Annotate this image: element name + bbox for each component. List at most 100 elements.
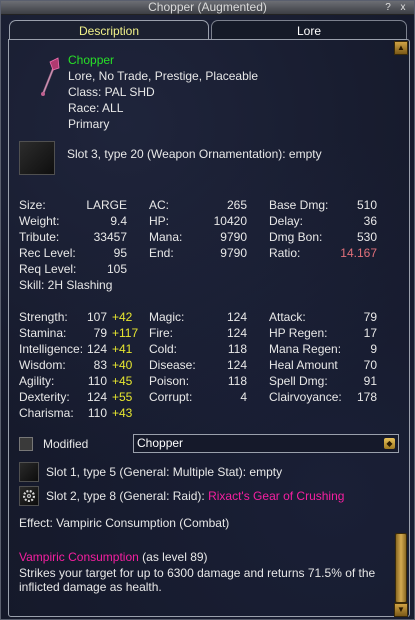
effect-text: Effect: Vampiric Consumption (Combat) (19, 516, 230, 530)
combat-value: 91 (363, 374, 377, 388)
combat-label: Spell Dmg: (269, 374, 328, 388)
attr-bonus: +40 (112, 358, 133, 372)
help-button[interactable]: ? (382, 2, 394, 13)
spell-header: Vampiric Consumption (as level 89) (19, 550, 208, 564)
scroll-up-icon[interactable]: ▲ (394, 41, 408, 55)
modified-checkbox[interactable] (19, 437, 33, 451)
attr-value: 110 (87, 374, 107, 388)
gear-icon[interactable] (19, 486, 39, 506)
attr-value: 110 (87, 406, 107, 420)
combat-value: 17 (363, 326, 377, 340)
attr-label: Charisma: (19, 406, 74, 420)
attr-bonus: +45 (112, 374, 133, 388)
resist-value: 124 (226, 326, 247, 340)
stat-value: 9.4 (110, 214, 127, 228)
stat-value: 105 (106, 262, 127, 276)
close-button[interactable]: x (397, 2, 409, 13)
stat-label: Ratio: (269, 246, 301, 260)
combat-label: Clairvoyance: (269, 390, 342, 404)
resist-value: 118 (227, 342, 247, 356)
attr-label: Intelligence: (19, 342, 84, 356)
resist-label: Disease: (149, 358, 196, 372)
stat-value: 510 (356, 198, 377, 212)
attr-value: 124 (86, 390, 107, 404)
combat-value: 178 (356, 390, 377, 404)
tab-description[interactable]: Description (9, 20, 209, 40)
window-title: Chopper (Augmented) (148, 0, 267, 14)
item-flags: Lore, No Trade, Prestige, Placeable (68, 69, 259, 83)
modified-select[interactable]: Chopper ◆ (133, 434, 399, 453)
attr-label: Agility: (19, 374, 55, 388)
attr-label: Wisdom: (19, 358, 66, 372)
attr-bonus: +41 (112, 342, 133, 356)
item-race: Race: ALL (68, 101, 124, 115)
skill-text: Skill: 2H Slashing (19, 278, 113, 292)
stat-value: 265 (226, 198, 247, 212)
attr-bonus: +42 (112, 310, 133, 324)
combat-value: 79 (363, 310, 377, 324)
spell-desc-line-1: Strikes your target for up to 6300 damag… (19, 566, 376, 580)
resist-label: Cold: (149, 342, 178, 356)
stat-value: 9790 (220, 230, 247, 244)
resist-value: 4 (240, 390, 247, 404)
item-slot: Primary (68, 117, 110, 131)
resist-label: Poison: (149, 374, 190, 388)
combat-value: 70 (363, 358, 377, 372)
stat-value: 9790 (220, 246, 247, 260)
ornament-slot-text: Slot 3, type 20 (Weapon Ornamentation): … (67, 147, 322, 161)
aug-slot-2-prefix: Slot 2, type 8 (General: Raid): (46, 489, 205, 503)
stat-value: 33457 (93, 230, 127, 244)
stat-label: Base Dmg: (269, 198, 329, 212)
stat-label: HP: (149, 214, 170, 228)
aug-slot-1-icon[interactable] (19, 462, 39, 482)
aug-slot-2-text: Slot 2, type 8 (General: Raid): Rixact's… (46, 489, 344, 503)
stat-label: Dmg Bon: (269, 230, 323, 244)
combat-label: Heal Amount (269, 358, 338, 372)
scrollbar[interactable]: ▲ ▼ (394, 41, 408, 617)
aug-slot-1-text: Slot 1, type 5 (General: Multiple Stat):… (46, 465, 283, 479)
resist-label: Corrupt: (149, 390, 193, 404)
attr-value: 124 (86, 342, 107, 356)
aug-slot-2-name[interactable]: Rixact's Gear of Crushing (208, 489, 344, 503)
ornament-slot-icon[interactable] (19, 141, 55, 175)
resist-value: 124 (226, 310, 247, 324)
item-display-window: Chopper (Augmented) ? x Description Lore… (0, 0, 415, 620)
spell-desc-line-2: inflicted damage as health. (19, 580, 162, 594)
combat-label: Attack: (269, 310, 306, 324)
attr-bonus: +43 (112, 406, 133, 420)
combat-label: Mana Regen: (269, 342, 342, 356)
attr-label: Strength: (19, 310, 68, 324)
attr-value: 83 (93, 358, 107, 372)
stat-label: Rec Level: (19, 246, 76, 260)
axe-icon (41, 57, 60, 96)
scroll-thumb[interactable] (395, 533, 407, 603)
resist-value: 124 (226, 358, 247, 372)
stat-label: Size: (19, 198, 46, 212)
stat-label: Tribute: (19, 230, 60, 244)
attr-bonus: +55 (112, 390, 133, 404)
resist-value: 118 (227, 374, 247, 388)
item-class: Class: PAL SHD (68, 85, 155, 99)
title-bar[interactable]: Chopper (Augmented) ? x (1, 1, 414, 15)
tab-lore[interactable]: Lore (211, 20, 407, 40)
stat-value: 36 (363, 214, 377, 228)
spell-level: (as level 89) (142, 550, 208, 564)
stat-label: AC: (149, 198, 170, 212)
stat-value: 10420 (213, 214, 247, 228)
stat-label: Delay: (269, 214, 304, 228)
stat-value: LARGE (86, 198, 127, 212)
item-name: Chopper (68, 53, 115, 67)
combat-label: HP Regen: (269, 326, 328, 340)
scroll-down-icon[interactable]: ▼ (394, 603, 408, 617)
combat-value: 9 (370, 342, 377, 356)
stat-label: End: (149, 246, 174, 260)
stat-label: Req Level: (19, 262, 77, 276)
attr-bonus: +117 (112, 326, 139, 340)
attr-value: 79 (93, 326, 107, 340)
stat-value: 95 (113, 246, 127, 260)
modified-select-value: Chopper (137, 436, 184, 450)
resist-label: Fire: (149, 326, 173, 340)
stat-label: Mana: (149, 230, 183, 244)
attr-label: Dexterity: (19, 390, 70, 404)
spell-name[interactable]: Vampiric Consumption (19, 550, 139, 564)
